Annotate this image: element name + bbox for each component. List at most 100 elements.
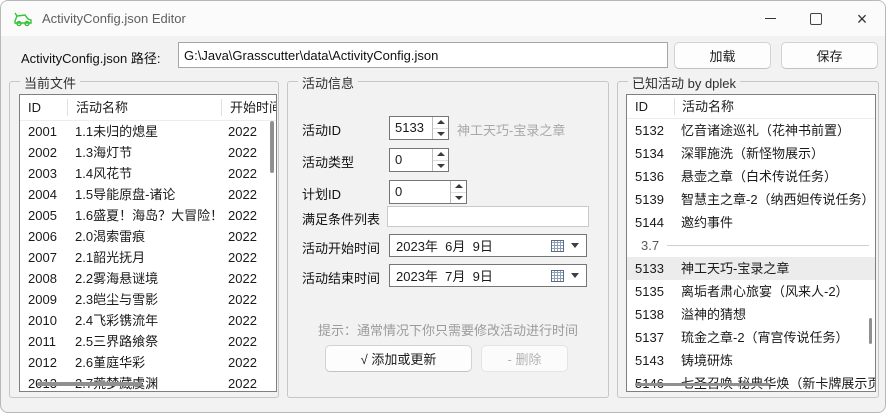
activity-id-spinner[interactable]: 5133 <box>389 116 449 140</box>
list-item[interactable]: 5138溢神的猜想 <box>627 303 875 326</box>
known-activities-group-title: 已知活动 by dplek <box>628 73 740 92</box>
dropdown-arrow-icon[interactable] <box>571 243 579 248</box>
column-header-name[interactable]: 活动名称 <box>68 99 222 116</box>
calendar-icon <box>551 240 564 252</box>
column-header-id[interactable]: ID <box>20 99 68 116</box>
list-item[interactable]: 5143铸境研炼 <box>627 349 875 372</box>
hint-text: 提示：通常情况下你只需要修改活动进行时间 <box>298 320 598 339</box>
start-time-label: 活动开始时间 <box>302 238 380 257</box>
cell-name: 1.1未归的熄星 <box>67 121 220 142</box>
list-item[interactable]: 5137琉金之章-2（宵宫传说任务） <box>627 326 875 349</box>
spinner-buttons <box>432 149 448 171</box>
cell-name: 1.4风花节 <box>67 163 220 184</box>
current-file-group-title: 当前文件 <box>20 73 80 92</box>
cell-start: 2022 <box>220 163 276 184</box>
list-item[interactable]: 5136悬壶之章（白术传说任务） <box>627 165 875 188</box>
end-time-datepicker[interactable]: 2023年 7月 9日 <box>389 264 587 287</box>
separator-line <box>667 245 869 246</box>
table-row[interactable]: 20062.0渴索雷痕2022 <box>20 226 276 247</box>
spin-up-button[interactable] <box>451 181 466 193</box>
plan-id-spinner[interactable]: 0 <box>389 180 467 204</box>
up-arrow-icon <box>437 120 445 124</box>
cell-start: 2022 <box>220 373 276 392</box>
condition-list-label: 满足条件列表 <box>302 209 380 228</box>
cell-id: 2006 <box>20 226 67 247</box>
add-or-update-button[interactable]: √ 添加或更新 <box>325 345 472 372</box>
start-time-value: 2023年 6月 9日 <box>396 236 551 255</box>
up-arrow-icon <box>437 152 445 156</box>
activity-type-spinner[interactable]: 0 <box>389 148 449 172</box>
cell-id: 2003 <box>20 163 67 184</box>
end-time-value: 2023年 7月 9日 <box>396 266 551 285</box>
current-file-rows: 20011.1未归的熄星202220021.3海灯节202220031.4风花节… <box>20 121 276 392</box>
load-button[interactable]: 加载 <box>674 42 771 69</box>
titlebar: ActivityConfig.json Editor × <box>1 1 885 36</box>
list-item[interactable]: 5133神工天巧-宝录之章 <box>627 257 875 280</box>
cell-name: 1.5导能原盘-诸论 <box>67 184 220 205</box>
table-row[interactable]: 20122.6堇庭华彩2022 <box>20 352 276 373</box>
cell-id: 2008 <box>20 268 67 289</box>
cell-start: 2022 <box>220 352 276 373</box>
minimize-icon <box>765 18 776 19</box>
cell-id: 2009 <box>20 289 67 310</box>
cell-name: 2.3皑尘与雪影 <box>67 289 220 310</box>
vertical-scrollbar[interactable] <box>869 318 872 344</box>
spin-down-button[interactable] <box>451 193 466 204</box>
plan-id-value: 0 <box>390 181 450 203</box>
horizontal-scrollbar[interactable] <box>37 382 142 386</box>
table-row[interactable]: 20011.1未归的熄星2022 <box>20 121 276 142</box>
maximize-button[interactable] <box>793 1 839 36</box>
activity-info-group: 活动信息 活动ID 5133 神工天巧-宝录之章 活动类型 0 计划ID 0 <box>287 81 609 398</box>
close-icon: × <box>857 10 868 28</box>
spin-up-button[interactable] <box>433 117 448 129</box>
close-button[interactable]: × <box>839 1 885 36</box>
start-time-datepicker[interactable]: 2023年 6月 9日 <box>389 234 587 257</box>
list-item[interactable]: 5146七圣召唤-秘典华焕（新卡牌展示页 <box>627 372 875 392</box>
cell-name: 1.6盛夏！海岛？大冒险！ <box>67 205 220 226</box>
list-item[interactable]: 5139智慧主之章-2（纳西妲传说任务） <box>627 188 875 211</box>
dropdown-arrow-icon[interactable] <box>571 273 579 278</box>
cell-id: 5144 <box>627 211 674 234</box>
table-row[interactable]: 20021.3海灯节2022 <box>20 142 276 163</box>
cell-start: 2022 <box>220 331 276 352</box>
horizontal-scrollbar[interactable] <box>635 383 770 386</box>
cell-start: 2022 <box>220 226 276 247</box>
table-row[interactable]: 20102.4飞彩镌流年2022 <box>20 310 276 331</box>
column-header-start[interactable]: 开始时间 <box>222 99 276 116</box>
vertical-scrollbar[interactable] <box>270 121 274 173</box>
activity-name-hint: 神工天巧-宝录之章 <box>457 120 565 139</box>
table-row[interactable]: 20072.1韶光抚月2022 <box>20 247 276 268</box>
table-row[interactable]: 20031.4风花节2022 <box>20 163 276 184</box>
spin-down-button[interactable] <box>433 161 448 172</box>
delete-button[interactable]: - 删除 <box>481 345 568 372</box>
cell-id: 2001 <box>20 121 67 142</box>
list-item[interactable]: 5132忆音诸途巡礼（花神书前置） <box>627 119 875 142</box>
cell-id: 2011 <box>20 331 67 352</box>
cell-name: 忆音诸途巡礼（花神书前置） <box>674 119 875 142</box>
list-item[interactable]: 5144邀约事件 <box>627 211 875 234</box>
down-arrow-icon <box>437 132 445 136</box>
cell-start: 2022 <box>220 310 276 331</box>
cell-name: 离垢者肃心旅宴（风来人-2） <box>674 280 875 303</box>
save-button[interactable]: 保存 <box>781 42 878 69</box>
calendar-icon <box>551 270 564 282</box>
cell-start: 2022 <box>220 121 276 142</box>
cell-name: 智慧主之章-2（纳西妲传说任务） <box>674 188 875 211</box>
list-item[interactable]: 5135离垢者肃心旅宴（风来人-2） <box>627 280 875 303</box>
path-input[interactable] <box>178 42 668 68</box>
table-row[interactable]: 20082.2雾海悬谜境2022 <box>20 268 276 289</box>
column-header-name: 活动名称 <box>675 98 875 115</box>
activity-info-group-title: 活动信息 <box>298 73 358 92</box>
table-row[interactable]: 20092.3皑尘与雪影2022 <box>20 289 276 310</box>
table-row[interactable]: 20112.5三界路飨祭2022 <box>20 331 276 352</box>
path-label: ActivityConfig.json 路径: <box>21 48 160 67</box>
table-row[interactable]: 20051.6盛夏！海岛？大冒险！2022 <box>20 205 276 226</box>
cell-id: 2002 <box>20 142 67 163</box>
spin-up-button[interactable] <box>433 149 448 161</box>
cell-start: 2022 <box>220 268 276 289</box>
table-row[interactable]: 20041.5导能原盘-诸论2022 <box>20 184 276 205</box>
spin-down-button[interactable] <box>433 129 448 140</box>
condition-list-input[interactable] <box>387 206 589 227</box>
list-item[interactable]: 5134深罪施洗（新怪物展示） <box>627 142 875 165</box>
minimize-button[interactable] <box>747 1 793 36</box>
